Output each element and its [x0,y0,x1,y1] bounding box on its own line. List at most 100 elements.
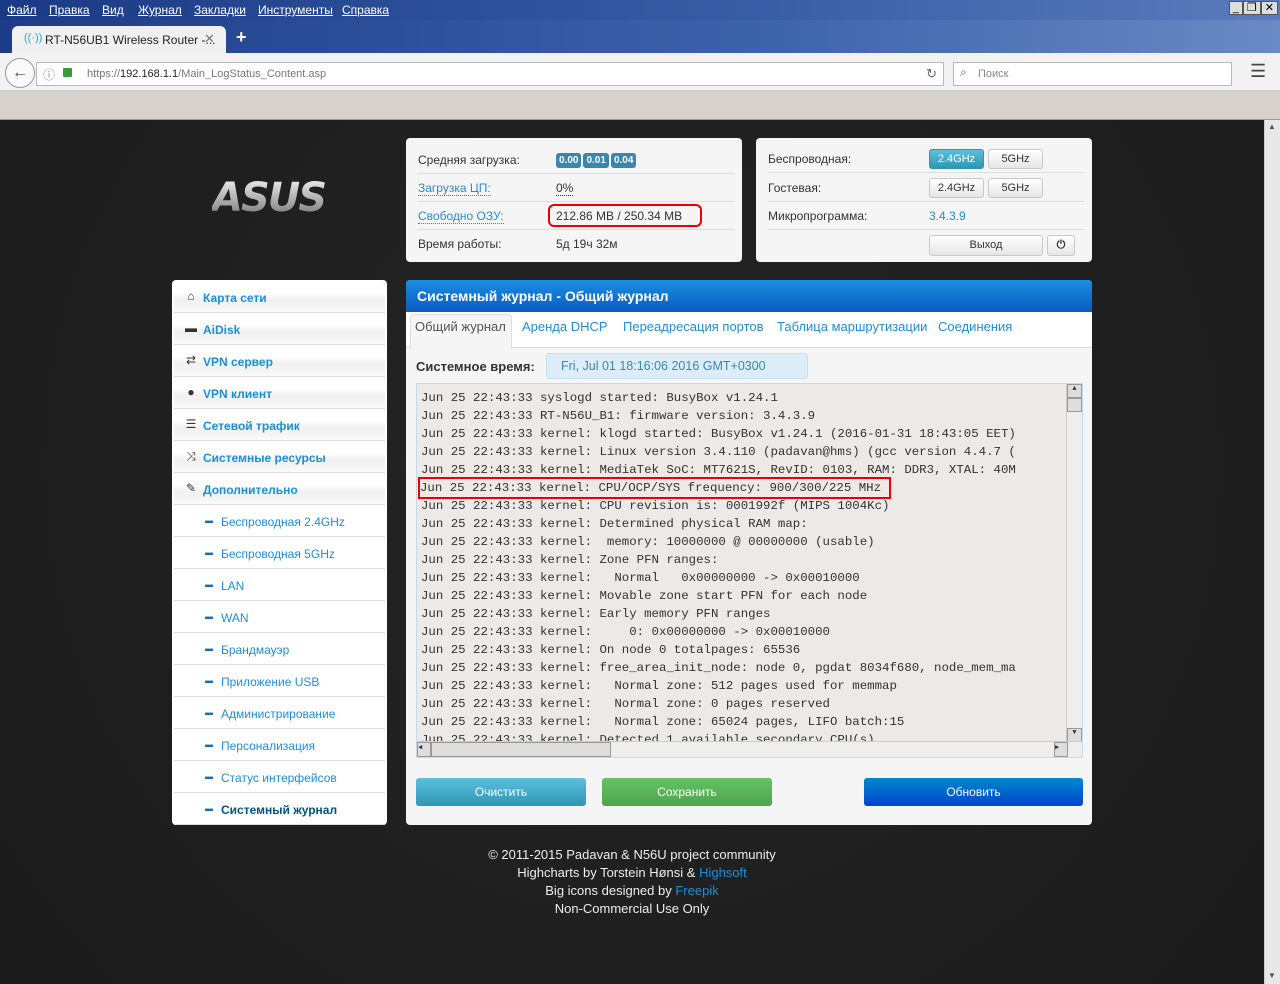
dash-icon: ▬ [205,644,213,653]
sidebar-item[interactable]: ⇄ VPN сервер [174,345,385,377]
sidebar-subitem-label: WAN [221,611,249,625]
dash-icon: ▬ [205,580,213,589]
footer: © 2011-2015 Padavan & N56U project commu… [380,846,884,918]
wifi-5ghz-button[interactable]: 5GHz [988,149,1043,169]
sidebar-item[interactable]: ● VPN клиент [174,377,385,409]
url-scheme: https:// [87,68,121,80]
close-tab-icon[interactable]: ✕ [204,31,215,47]
guest-24ghz-button[interactable]: 2.4GHz [929,178,984,198]
sidebar-item[interactable]: ▬ AiDisk [174,313,385,345]
menu-tools[interactable]: Инструменты [258,3,333,17]
log-line: Jun 25 22:43:33 RT-N56U_B1: firmware ver… [421,409,816,423]
log-line: Jun 25 22:43:33 kernel: On node 0 totalp… [421,643,801,657]
guest-label: Гостевая: [768,181,822,195]
log-line: Jun 25 22:43:33 kernel: free_area_init_n… [421,661,1016,675]
sidebar-subitem[interactable]: ▬ Беспроводная 5GHz [174,537,385,569]
sidebar-item[interactable]: ✎ Дополнительно [174,473,385,505]
log-line: Jun 25 22:43:33 kernel: Normal zone: 0 p… [421,697,830,711]
log-hscrollbar[interactable]: ◀ ▶ [417,741,1082,757]
reload-icon[interactable]: ↻ [926,66,937,82]
log-line: Jun 25 22:43:33 kernel: CPU revision is:… [421,499,890,513]
cpu-load-link[interactable]: Загрузка ЦП: [418,181,491,196]
search-placeholder: Поиск [978,68,1009,80]
sidebar: ⌂ Карта сети ▬ AiDisk ⇄ VPN сервер ● VPN клиент… [172,280,387,825]
tab-general-log[interactable]: Общий журнал [415,319,506,334]
globe-icon: ● [187,385,195,399]
logo-text: ASUS [212,178,352,218]
save-button[interactable]: Сохранить [602,778,772,806]
sidebar-subitem[interactable]: ▬ Системный журнал [174,793,385,825]
ram-value[interactable]: 212.86 MB / 250.34 MB [556,209,682,223]
browser-tab[interactable]: ((·)) RT-N56UB1 Wireless Router -... ✕ [12,26,226,53]
sidebar-subitem-label: Администрирование [221,707,336,721]
sidebar-subitem-label: Системный журнал [221,803,338,817]
log-line: Jun 25 22:43:33 kernel: Zone PFN ranges: [421,553,719,567]
sidebar-subitem[interactable]: ▬ Приложение USB [174,665,385,697]
log-line: Jun 25 22:43:33 kernel: Movable zone sta… [421,589,868,603]
guest-5ghz-button[interactable]: 5GHz [988,178,1043,198]
wifi-24ghz-button[interactable]: 2.4GHz [929,149,984,169]
menu-help[interactable]: Справка [342,3,389,17]
menu-edit[interactable]: Правка [49,3,90,17]
uptime-row: Время работы: 5д 19ч 32м [418,230,734,258]
free-ram-link[interactable]: Свободно ОЗУ: [418,209,504,224]
dash-icon: ▬ [205,612,213,621]
log-line: Jun 25 22:43:33 kernel: 0: 0x00000000 ->… [421,625,830,639]
log-textarea[interactable]: Jun 25 22:43:33 syslogd started: BusyBox… [416,383,1083,758]
search-bar[interactable]: ⌕ Поиск [953,62,1232,86]
lock-icon [63,68,72,77]
hamburger-menu-icon[interactable]: ☰ [1250,61,1266,82]
tab-dhcp-leases[interactable]: Аренда DHCP [522,319,608,334]
back-button[interactable]: ← [5,58,35,88]
info-icon[interactable]: ⓘ [43,66,55,83]
sidebar-item-label: Карта сети [203,291,267,305]
log-line: Jun 25 22:43:33 kernel: Normal 0x0000000… [421,571,860,585]
logout-button[interactable]: Выход [929,235,1043,256]
sidebar-subitem[interactable]: ▬ Персонализация [174,729,385,761]
highsoft-link[interactable]: Highsoft [699,865,747,880]
menu-bookmarks[interactable]: Закладки [194,3,246,17]
tab-connections[interactable]: Соединения [938,319,1012,334]
log-line: Jun 25 22:43:33 kernel: klogd started: B… [421,427,1016,441]
sidebar-item[interactable]: ⌂ Карта сети [174,281,385,313]
firmware-row: Микропрограмма: 3.4.3.9 [768,202,1084,230]
ram-row: Свободно ОЗУ: 212.86 MB / 250.34 MB [418,202,734,230]
sidebar-subitem[interactable]: ▬ WAN [174,601,385,633]
sidebar-subitem[interactable]: ▬ Статус интерфейсов [174,761,385,793]
new-tab-button[interactable]: + [236,27,247,48]
menu-file[interactable]: Файл [7,3,37,17]
power-icon[interactable]: ⏻ [1047,235,1075,256]
sidebar-item[interactable]: ☰ Сетевой трафик [174,409,385,441]
clear-button[interactable]: Очистить [416,778,586,806]
window-controls[interactable]: _ ❐ ✕ [1228,1,1278,15]
page-scrollbar[interactable]: ▲ ▼ [1264,120,1280,984]
load-15min: 0.04 [610,153,637,168]
firmware-version[interactable]: 3.4.3.9 [929,209,966,223]
sidebar-subitem[interactable]: ▬ Администрирование [174,697,385,729]
log-line: Jun 25 22:43:33 kernel: MediaTek SoC: MT… [421,463,1016,477]
icons-credit: Big icons designed by [545,883,676,898]
sidebar-subitem[interactable]: ▬ Брандмауэр [174,633,385,665]
menu-view[interactable]: Вид [102,3,124,17]
sidebar-item-label: Сетевой трафик [203,419,300,433]
sidebar-item-label: Дополнительно [203,483,298,497]
tab-port-forwarding[interactable]: Переадресация портов [623,319,764,334]
cpu-row: Загрузка ЦП: 0% [418,174,734,202]
refresh-button[interactable]: Обновить [864,778,1083,806]
sidebar-item[interactable]: ⤨ Системные ресурсы [174,441,385,473]
cpu-value[interactable]: 0% [556,181,574,196]
sidebar-item-label: VPN клиент [203,387,272,401]
log-vscrollbar[interactable]: ▲ ▼ [1066,384,1082,742]
tab-routing-table[interactable]: Таблица маршрутизации [777,319,927,334]
dash-icon: ▬ [205,804,213,813]
url-bar[interactable]: ⓘ https://192.168.1.1/Main_LogStatus_Con… [36,62,944,86]
guest-row: Гостевая: 2.4GHz 5GHz [768,174,1084,202]
sidebar-subitem[interactable]: ▬ Беспроводная 2.4GHz [174,505,385,537]
dash-icon: ▬ [205,548,213,557]
sidebar-subitem[interactable]: ▬ LAN [174,569,385,601]
menu-history[interactable]: Журнал [138,3,182,17]
toolbar-spacer [0,91,1280,120]
sidebar-item-label: Системные ресурсы [203,451,326,465]
freepik-link[interactable]: Freepik [675,883,718,898]
page-title: Системный журнал - Общий журнал [406,280,1092,312]
